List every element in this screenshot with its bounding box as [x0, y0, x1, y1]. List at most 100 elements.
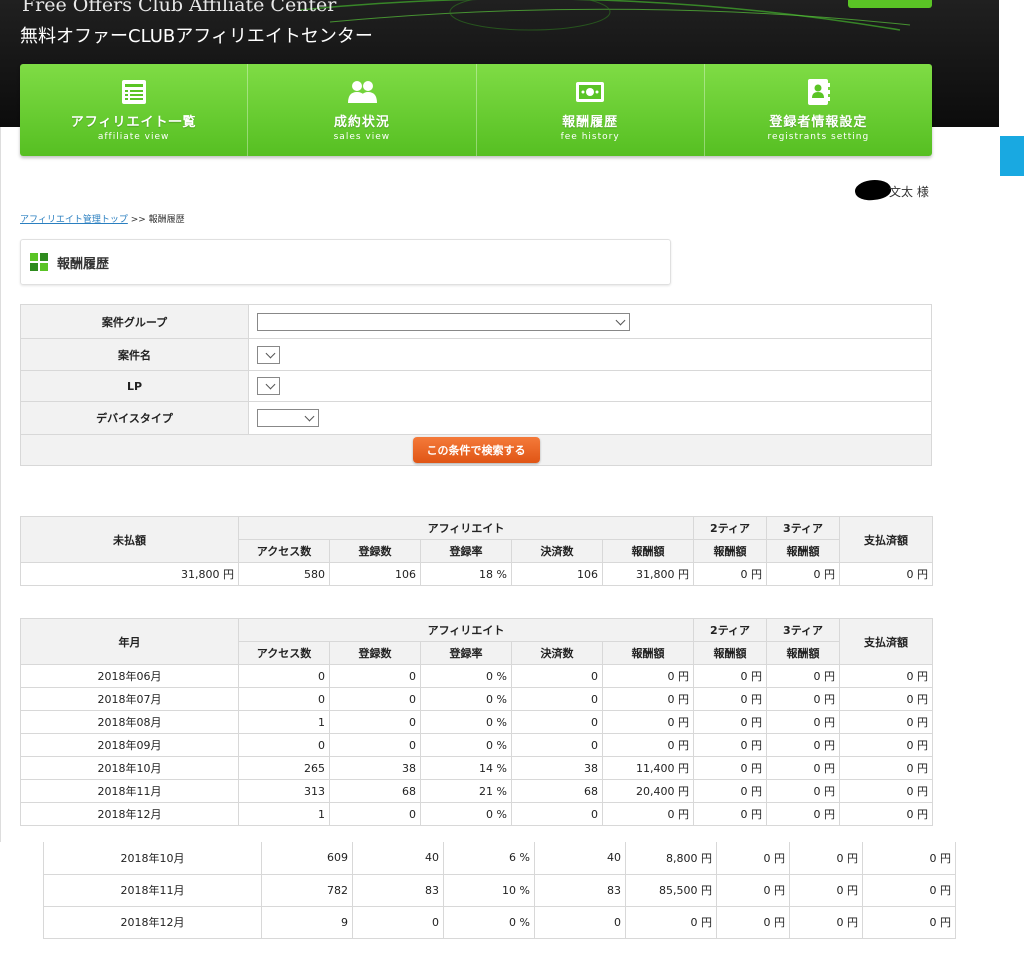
nav-label: 成約状況: [333, 115, 390, 130]
lp-select[interactable]: [257, 377, 280, 395]
cell-tier3: 0 円: [766, 664, 841, 688]
cell-rate: 0 %: [420, 802, 512, 826]
address-book-icon: [802, 77, 834, 107]
nav-fee-history[interactable]: 報酬履歴 fee history: [477, 64, 705, 156]
nav-affiliate-view[interactable]: アフィリエイト一覧 affiliate view: [20, 64, 249, 156]
page-title: 報酬履歴: [57, 256, 110, 272]
cell-tier2: 0 円: [693, 687, 768, 711]
cell-tier3: 0 円: [766, 756, 841, 780]
table-row: 2018年12月 9 0 0 % 0 0 円0 円0 円0 円: [43, 906, 956, 939]
breadcrumb-current: 報酬履歴: [148, 215, 185, 225]
cell-fee: 0 円: [625, 906, 717, 939]
cell-month: 2018年09月: [20, 733, 239, 757]
cell-month: 2018年08月: [20, 710, 239, 734]
table-row: 2018年09月 0 0 0 % 0 0 円0 円0 円0 円: [20, 733, 934, 757]
cell-fee: 0 円: [601, 802, 695, 826]
main-nav: アフィリエイト一覧 affiliate view 成約状況 sales view…: [20, 64, 932, 156]
cell-access: 0: [238, 733, 330, 757]
cell-registrations: 0: [329, 710, 421, 734]
col-header-fee: 報酬額: [601, 641, 695, 665]
cell-fee: 0 円: [601, 664, 695, 688]
nav-label: 登録者情報設定: [769, 115, 868, 130]
col-header-tier3: 3ティア: [766, 516, 841, 540]
cell-paid: 0 円: [839, 733, 934, 757]
overlay-monthly-table: 2018年10月 609 40 6 % 40 8,800 円0 円0 円0 円 2018年1…: [43, 842, 956, 939]
cell-rate: 21 %: [420, 779, 512, 803]
cell-tier3: 0 円: [766, 733, 841, 757]
grid-icon: [30, 253, 48, 271]
users-icon: [346, 77, 378, 107]
cell-fee: 31,800 円: [601, 562, 695, 586]
cell-access: 9: [261, 906, 353, 939]
col-header-registrations: 登録数: [329, 641, 421, 665]
user-name: 文太 様: [889, 185, 929, 199]
side-tab[interactable]: [1000, 136, 1024, 176]
col-header-access: アクセス数: [238, 641, 330, 665]
cell-tier3: 0 円: [766, 779, 841, 803]
cell-registrations: 68: [329, 779, 421, 803]
table-row: 2018年06月 0 0 0 % 0 0 円0 円0 円0 円: [20, 664, 934, 688]
cell-fee: 0 円: [601, 710, 695, 734]
cell-paid: 0 円: [839, 687, 934, 711]
cell-tier2: 0 円: [693, 664, 768, 688]
cell-settled: 0: [511, 710, 603, 734]
cell-registrations: 0: [352, 906, 444, 939]
cell-tier2: 0 円: [693, 802, 768, 826]
search-button[interactable]: この条件で検索する: [412, 437, 540, 463]
col-header-fee: 報酬額: [601, 539, 695, 563]
cell-settled: 0: [511, 733, 603, 757]
cell-registrations: 0: [329, 802, 421, 826]
cell-settled: 68: [511, 779, 603, 803]
case-name-select[interactable]: [257, 345, 280, 364]
list-icon: [118, 77, 150, 107]
cell-fee: 20,400 円: [601, 779, 695, 803]
overlay-table-body: 2018年10月 609 40 6 % 40 8,800 円0 円0 円0 円 2018年1…: [43, 842, 956, 939]
cell-paid: 0 円: [839, 779, 934, 803]
table-row: 2018年12月 1 0 0 % 0 0 円0 円0 円0 円: [20, 802, 934, 826]
nav-label: アフィリエイト一覧: [70, 115, 197, 130]
col-header-rate: 登録率: [420, 641, 512, 665]
cell-fee: 8,800 円: [625, 842, 717, 875]
cell-paid: 0 円: [839, 756, 934, 780]
table-row: 2018年11月 782 83 10 % 83 85,500 円0 円0 円0 円: [43, 874, 956, 907]
cell-access: 782: [261, 874, 353, 907]
search-form: 案件グループ 案件名 LP デバイスタイプ この条件で検索する: [20, 304, 932, 466]
case-group-select[interactable]: [257, 312, 630, 331]
nav-sub-label: sales view: [333, 132, 391, 142]
col-header-paid: 支払済額: [839, 516, 934, 563]
col-header-tier2: 2ティア: [693, 516, 768, 540]
breadcrumb-link-top[interactable]: アフィリエイト管理トップ: [20, 215, 128, 225]
col-header-unpaid: 未払額: [20, 516, 239, 563]
monthly-table-body: 2018年06月 0 0 0 % 0 0 円0 円0 円0 円 2018年07月 0 0 0 % 0…: [20, 664, 934, 826]
cell-tier3: 0 円: [766, 562, 841, 586]
cell-paid: 0 円: [839, 562, 934, 586]
col-header-affiliate: アフィリエイト: [237, 618, 695, 642]
cell-tier3: 0 円: [766, 687, 841, 711]
cell-registrations: 0: [329, 687, 421, 711]
cell-access: 1: [238, 802, 330, 826]
cell-settled: 40: [534, 842, 626, 875]
cell-rate: 18 %: [420, 562, 512, 586]
header-green-button[interactable]: [848, 0, 932, 8]
cell-month: 2018年07月: [20, 687, 239, 711]
field-label: 案件グループ: [20, 304, 249, 339]
cell-rate: 0 %: [420, 687, 512, 711]
nav-registrants-setting[interactable]: 登録者情報設定 registrants setting: [705, 64, 932, 156]
cell-tier3: 0 円: [766, 802, 841, 826]
field-label: LP: [20, 370, 249, 402]
col-header-tier3: 3ティア: [766, 618, 841, 642]
redacted-name-mark: [853, 177, 893, 203]
table-row: 31,800 円 580 106 18 % 106 31,800 円 0 円 0…: [20, 562, 934, 586]
money-icon: [574, 77, 606, 107]
cell-paid: 0 円: [839, 664, 934, 688]
field-label: 案件名: [20, 338, 249, 371]
col-header-tier3-fee: 報酬額: [766, 539, 841, 563]
cell-rate: 10 %: [443, 874, 535, 907]
device-type-select[interactable]: [257, 409, 319, 427]
nav-sales-view[interactable]: 成約状況 sales view: [248, 64, 477, 156]
cell-paid: 0 円: [839, 710, 934, 734]
cell-fee: 0 円: [601, 733, 695, 757]
cell-paid: 0 円: [839, 802, 934, 826]
table-row: 2018年10月 609 40 6 % 40 8,800 円0 円0 円0 円: [43, 842, 956, 875]
cell-registrations: 38: [329, 756, 421, 780]
